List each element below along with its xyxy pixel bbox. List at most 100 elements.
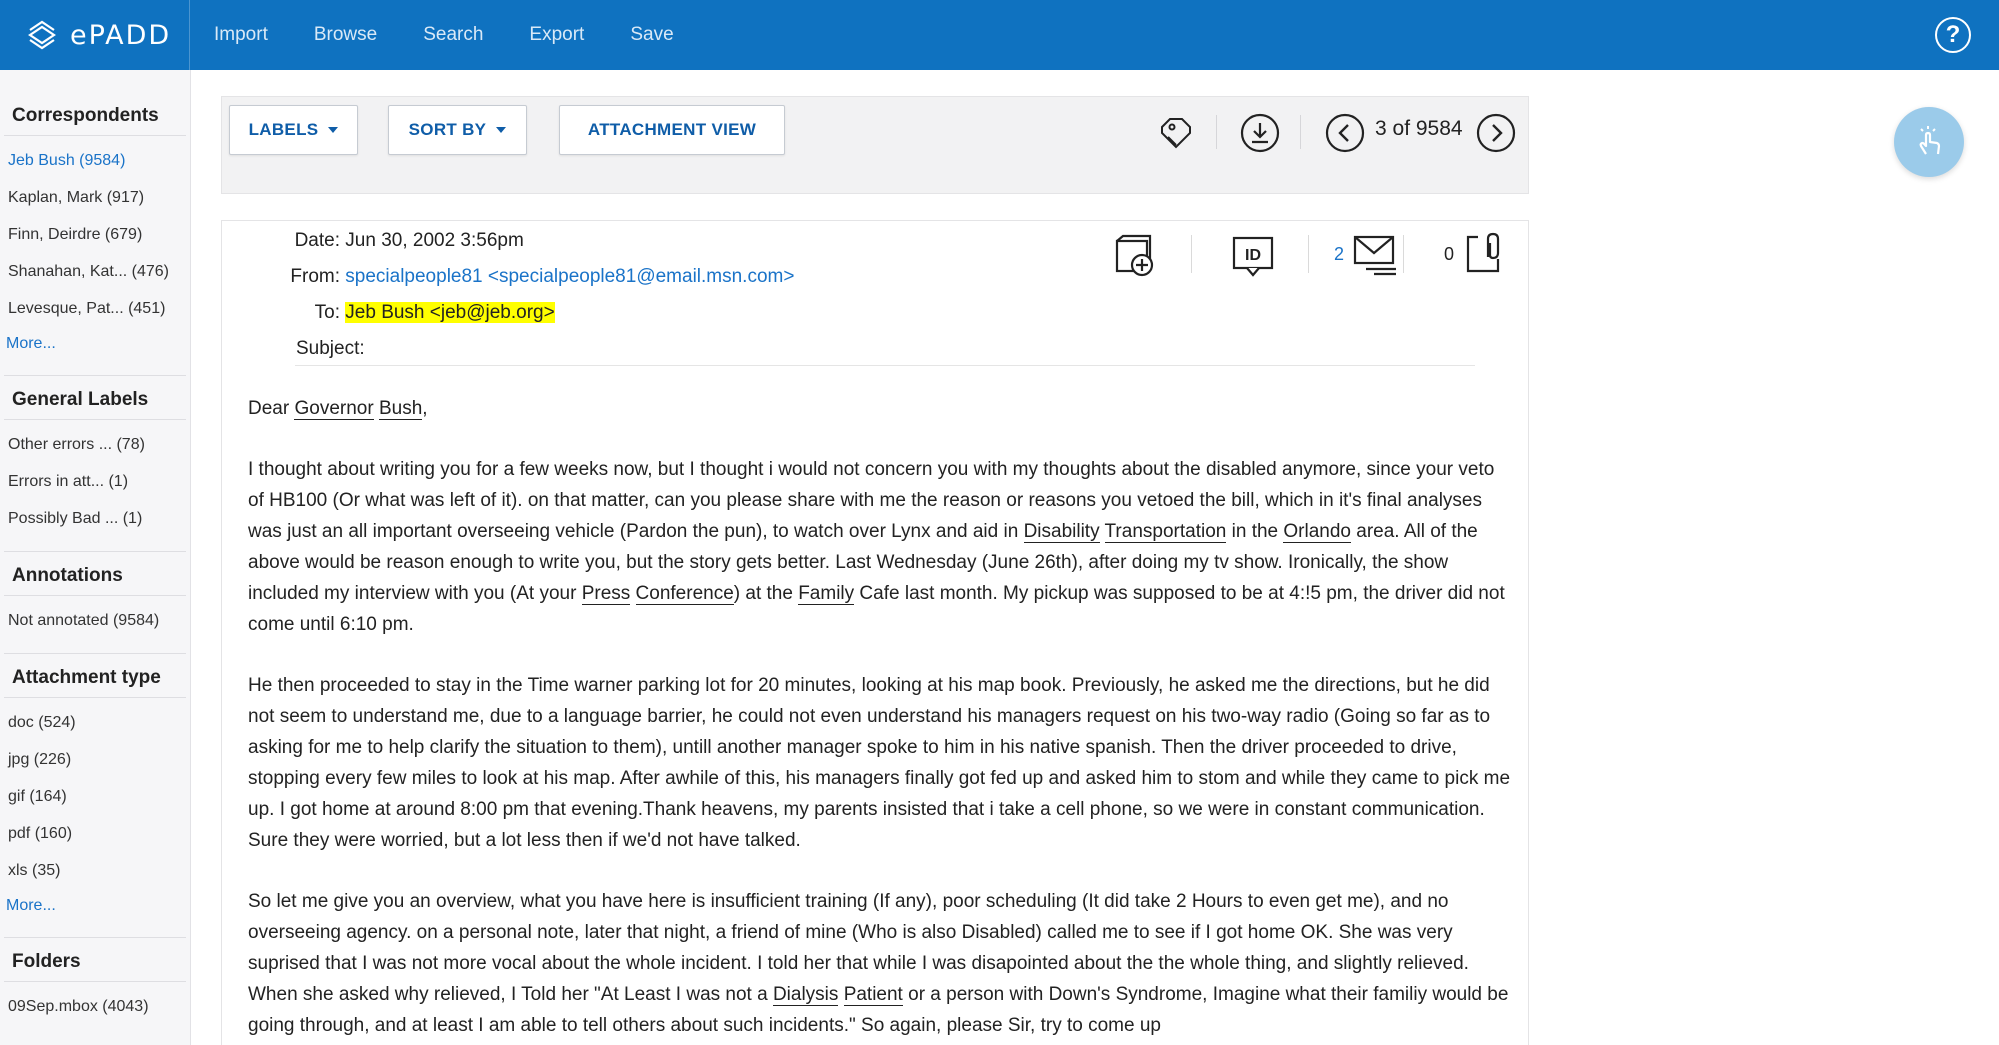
paragraph-1: I thought about writing you for a few we… — [248, 454, 1513, 640]
help-icon[interactable]: ? — [1935, 17, 1971, 53]
attachment-icon[interactable] — [1462, 231, 1508, 277]
subject-label: Subject: — [296, 338, 365, 359]
entity-link[interactable]: Conference — [635, 583, 734, 605]
touch-mode-button[interactable] — [1894, 107, 1964, 177]
nav-browse[interactable]: Browse — [314, 24, 377, 46]
facet-title: Correspondents — [4, 96, 186, 136]
pager-text: 3 of 9584 — [1375, 117, 1463, 140]
add-to-collection-icon[interactable] — [1114, 233, 1160, 279]
more-link[interactable]: More... — [4, 327, 186, 361]
facet-item[interactable]: Errors in att... (1) — [4, 463, 186, 500]
labels-button-label: LABELS — [248, 120, 319, 139]
download-icon[interactable] — [1240, 113, 1280, 153]
facet-item[interactable]: xls (35) — [4, 852, 186, 889]
date-label: Date: — [294, 230, 340, 251]
attachment-count: 0 — [1444, 244, 1455, 264]
action-divider — [1308, 235, 1309, 273]
labels-button[interactable]: LABELS — [229, 105, 358, 155]
message-view: Date: Jun 30, 2002 3:56pm From: specialp… — [221, 220, 1529, 1045]
main-nav: Import Browse Search Export Save — [214, 0, 720, 70]
entity-link[interactable]: Patient — [843, 984, 903, 1006]
toolbar-divider — [1300, 115, 1301, 149]
entity-link[interactable]: Dialysis — [772, 984, 839, 1006]
facet-item[interactable]: Other errors ... (78) — [4, 426, 186, 463]
facet-item[interactable]: Possibly Bad ... (1) — [4, 500, 186, 537]
nav-export[interactable]: Export — [529, 24, 584, 46]
header-date: Date: Jun 30, 2002 3:56pm — [288, 230, 524, 252]
text: Dear — [248, 398, 295, 419]
touch-icon — [1919, 126, 1941, 155]
facets-sidebar: Correspondents Jeb Bush (9584) Kaplan, M… — [0, 70, 191, 1045]
attachment-view-button-label: ATTACHMENT VIEW — [587, 120, 757, 139]
facet-item[interactable]: doc (524) — [4, 704, 186, 741]
facet-item[interactable]: Finn, Deirdre (679) — [4, 216, 186, 253]
text: , — [422, 398, 428, 419]
entity-link[interactable]: Transportation — [1104, 521, 1227, 543]
message-toolbar: LABELS SORT BY ATTACHMENT VIEW 3 of 9584 — [221, 96, 1529, 194]
entity-link[interactable]: Orlando — [1283, 521, 1351, 543]
chevron-left-icon[interactable] — [1325, 113, 1365, 153]
text: ) at the — [733, 583, 799, 604]
entity-link[interactable]: Bush — [378, 398, 423, 420]
header-divider — [295, 365, 1475, 366]
facet-correspondents: Correspondents Jeb Bush (9584) Kaplan, M… — [4, 96, 186, 376]
nav-search[interactable]: Search — [423, 24, 483, 46]
attachment-view-button[interactable]: ATTACHMENT VIEW — [559, 105, 785, 155]
sort-by-button[interactable]: SORT BY — [388, 105, 527, 155]
sort-by-button-label: SORT BY — [408, 120, 487, 139]
entity-link[interactable]: Family — [798, 583, 855, 605]
tag-icon[interactable] — [1156, 113, 1196, 153]
text — [630, 583, 635, 604]
svg-text:ID: ID — [1245, 247, 1261, 264]
id-card-icon[interactable]: ID — [1231, 233, 1277, 279]
facet-item[interactable]: Not annotated (9584) — [4, 602, 186, 639]
facet-attachment-type: Attachment type doc (524) jpg (226) gif … — [4, 658, 186, 938]
chevron-right-icon[interactable] — [1476, 113, 1516, 153]
from-label: From: — [290, 266, 340, 287]
to-label: To: — [314, 302, 340, 323]
facet-item[interactable]: Kaplan, Mark (917) — [4, 179, 186, 216]
epadd-logo-icon — [28, 20, 56, 50]
thread-count[interactable]: 2 — [1334, 244, 1344, 265]
entity-link[interactable]: Disability — [1023, 521, 1100, 543]
facet-item[interactable]: jpg (226) — [4, 741, 186, 778]
to-value[interactable]: Jeb Bush <jeb@jeb.org> — [345, 302, 555, 323]
facet-item[interactable]: Shanahan, Kat... (476) — [4, 253, 186, 290]
header-from: From: specialpeople81 <specialpeople81@e… — [282, 266, 794, 288]
mail-thread-icon[interactable] — [1352, 231, 1398, 277]
facet-item[interactable]: gif (164) — [4, 778, 186, 815]
facet-item[interactable]: Levesque, Pat... (451) — [4, 290, 186, 327]
text: in the — [1226, 521, 1284, 542]
message-body: Dear Governor Bush, I thought about writ… — [248, 393, 1513, 1045]
date-value: Jun 30, 2002 3:56pm — [345, 230, 524, 251]
paragraph-2: He then proceeded to stay in the Time wa… — [248, 675, 1511, 851]
paragraph-3: So let me give you an overview, what you… — [248, 886, 1513, 1041]
facet-annotations: Annotations Not annotated (9584) — [4, 556, 186, 654]
text — [1100, 521, 1105, 542]
top-navbar: ePADD Import Browse Search Export Save ? — [0, 0, 1999, 70]
facet-title: General Labels — [4, 380, 186, 420]
facet-folders: Folders 09Sep.mbox (4043) — [4, 942, 186, 1039]
greeting: Dear Governor Bush, — [248, 393, 1513, 424]
facet-item[interactable]: pdf (160) — [4, 815, 186, 852]
entity-link[interactable]: Governor — [294, 398, 374, 420]
action-divider — [1191, 235, 1192, 273]
brand[interactable]: ePADD — [0, 0, 190, 70]
facet-item[interactable]: 09Sep.mbox (4043) — [4, 988, 186, 1025]
nav-save[interactable]: Save — [630, 24, 673, 46]
from-value[interactable]: specialpeople81 <specialpeople81@email.m… — [345, 266, 794, 287]
nav-import[interactable]: Import — [214, 24, 268, 46]
action-divider — [1403, 235, 1404, 273]
more-link[interactable]: More... — [4, 889, 186, 923]
caret-down-icon — [328, 127, 339, 133]
facet-item[interactable]: Jeb Bush (9584) — [4, 142, 186, 179]
entity-link[interactable]: Press — [581, 583, 631, 605]
text — [838, 984, 843, 1005]
toolbar-divider — [1216, 115, 1217, 149]
header-subject: Subject: — [296, 338, 365, 360]
caret-down-icon — [496, 127, 507, 133]
header-to: To: Jeb Bush <jeb@jeb.org> — [307, 302, 555, 324]
facet-title: Annotations — [4, 556, 186, 596]
facet-general-labels: General Labels Other errors ... (78) Err… — [4, 380, 186, 552]
brand-name: ePADD — [70, 19, 172, 51]
